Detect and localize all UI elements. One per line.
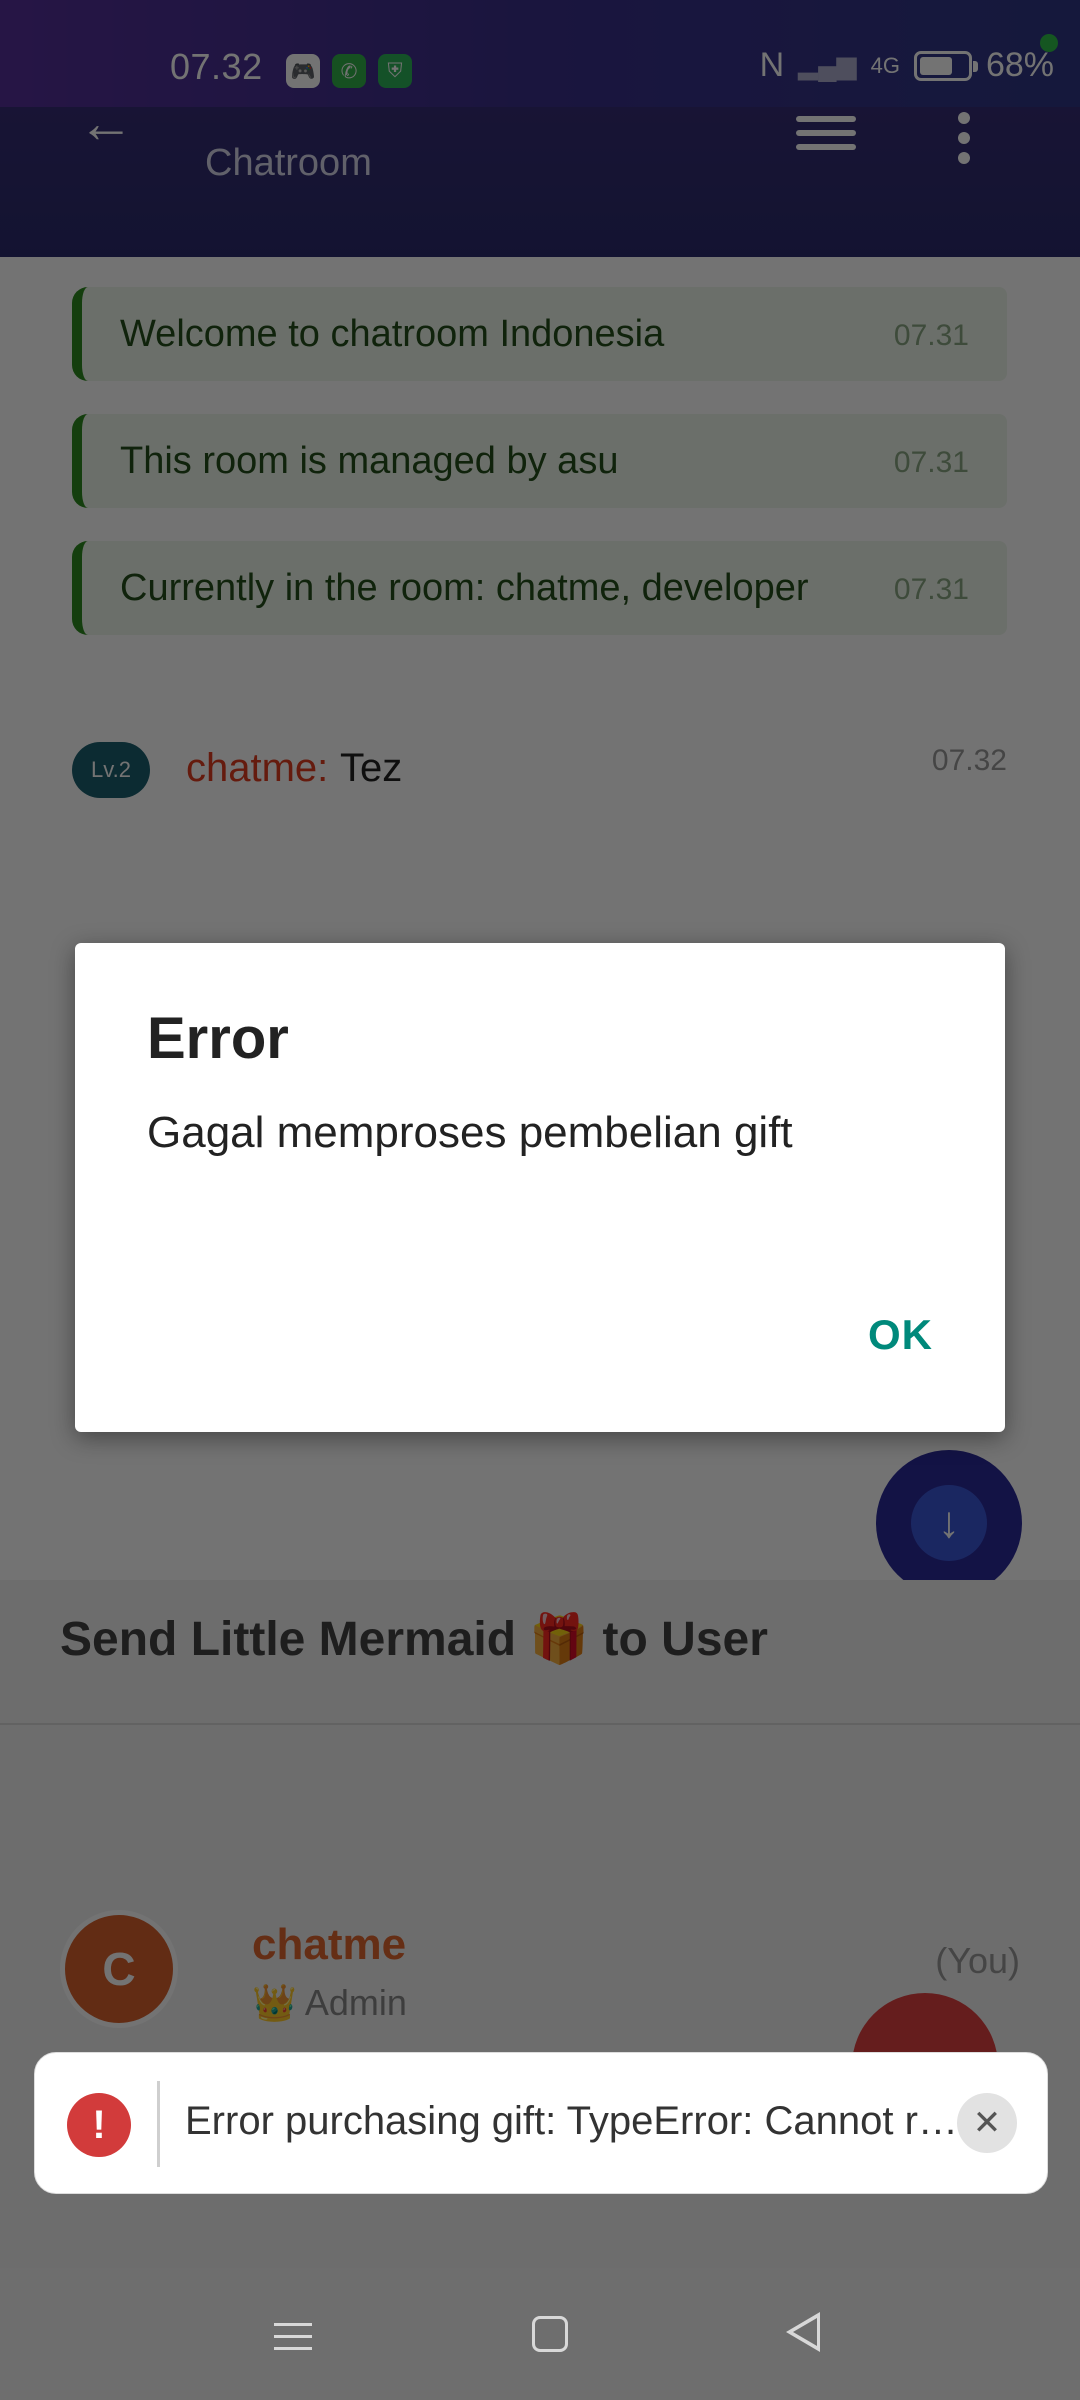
chat-message-row: Lv.2 chatme: Tez 07.32	[72, 730, 1007, 800]
more-options-icon[interactable]	[958, 104, 970, 172]
arrow-down-icon: ↓	[911, 1485, 987, 1561]
close-icon[interactable]: ✕	[957, 2093, 1017, 2153]
nfc-icon: N	[759, 46, 785, 84]
system-message-text: This room is managed by asu	[120, 440, 619, 482]
list-icon[interactable]	[796, 108, 856, 158]
dialog-message: Gagal memproses pembelian gift	[147, 1108, 793, 1157]
battery-icon	[913, 50, 978, 81]
level-badge: Lv.2	[72, 742, 150, 798]
battery-percent: 68%	[985, 46, 1054, 84]
error-icon: !	[67, 2093, 131, 2157]
system-message: This room is managed by asu 07.31	[72, 414, 1007, 508]
avatar: C	[60, 1910, 178, 2028]
message-time: 07.31	[893, 319, 969, 352]
phone-app-icon: ✆	[332, 54, 366, 88]
system-nav-bar	[0, 2268, 1080, 2400]
status-time: 07.32	[170, 46, 263, 87]
toast-message: Error purchasing gift: TypeError: Cannot…	[185, 2099, 965, 2143]
scroll-down-button[interactable]: ↓	[876, 1450, 1022, 1596]
error-toast: ! Error purchasing gift: TypeError: Cann…	[34, 2052, 1048, 2194]
system-message-text: Welcome to chatroom Indonesia	[120, 313, 665, 355]
error-dialog: Error Gagal memproses pembelian gift OK	[75, 943, 1005, 1432]
chat-message-time: 07.32	[931, 744, 1007, 777]
home-icon[interactable]	[532, 2316, 568, 2352]
divider	[0, 1723, 1080, 1725]
system-message: Welcome to chatroom Indonesia 07.31	[72, 287, 1007, 381]
dialog-title: Error	[147, 1006, 289, 1071]
message-time: 07.31	[893, 446, 969, 479]
user-name: chatme	[252, 1920, 407, 1969]
back-icon[interactable]	[786, 2312, 820, 2352]
game-app-icon: 🎮	[286, 54, 320, 88]
system-message: Currently in the room: chatme, developer…	[72, 541, 1007, 635]
system-message-text: Currently in the room: chatme, developer	[120, 567, 809, 609]
status-bar: 07.32 🎮 ✆ ⛨ N ▂▄▆ 4G 68%	[0, 0, 1080, 107]
ok-button[interactable]: OK	[868, 1311, 933, 1359]
status-right-icons: N ▂▄▆ 4G 68%	[760, 46, 1054, 85]
toast-separator	[157, 2081, 160, 2167]
message-time: 07.31	[893, 573, 969, 606]
chat-message-text: Tez	[340, 746, 403, 790]
sheet-title: Send Little Mermaid 🎁 to User	[60, 1613, 768, 1666]
signal-icon: ▂▄▆	[798, 50, 857, 80]
shield-app-icon: ⛨	[378, 54, 412, 88]
user-role: 👑 Admin	[252, 1982, 407, 2023]
chat-username[interactable]: chatme:	[186, 746, 328, 791]
recent-apps-icon[interactable]	[274, 2314, 312, 2359]
you-tag: (You)	[935, 1940, 1020, 1981]
privacy-indicator-icon	[1040, 34, 1058, 52]
network-4g-icon: 4G	[870, 52, 900, 78]
notification-icons: 🎮 ✆ ⛨	[286, 54, 412, 88]
room-subtitle: Chatroom	[205, 142, 372, 184]
